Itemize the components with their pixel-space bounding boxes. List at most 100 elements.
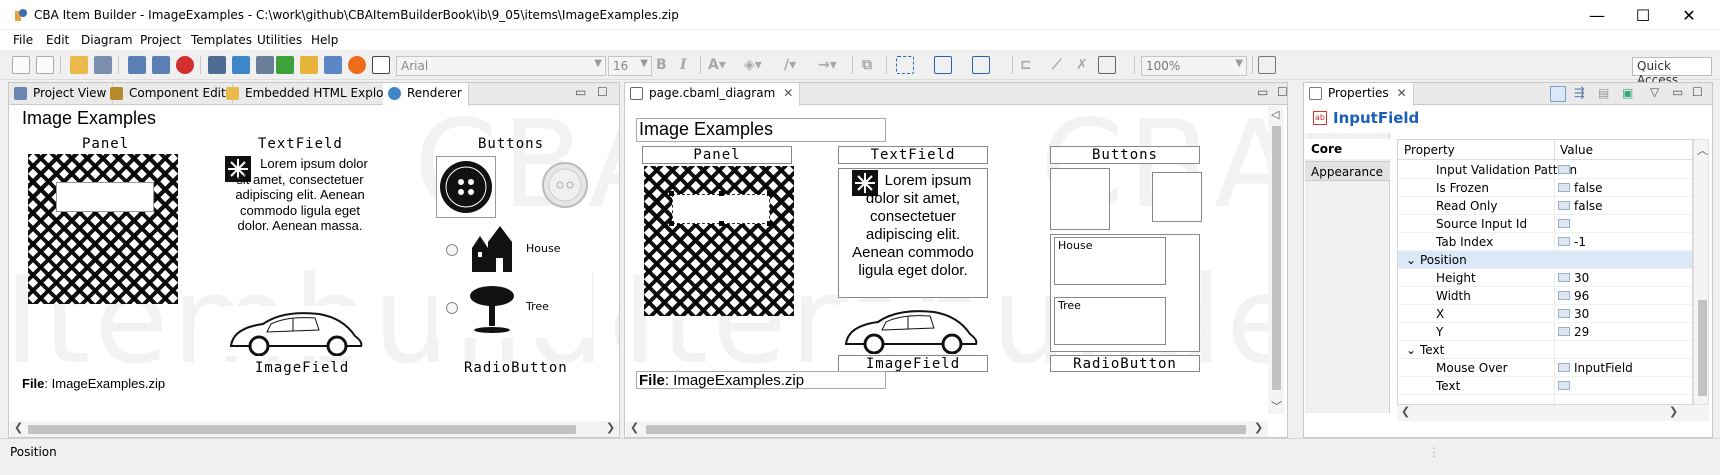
stop-icon[interactable]	[176, 56, 194, 74]
unroute-icon[interactable]: ✗	[1076, 57, 1088, 73]
view-menu-icon[interactable]: ▽	[1650, 85, 1659, 99]
edit-icon[interactable]	[300, 56, 318, 74]
menu-edit[interactable]: Edit	[46, 33, 69, 47]
property-row[interactable]: Tab Index -1	[1398, 233, 1692, 251]
diagram-panel-image[interactable]	[644, 166, 794, 316]
scroll-down-icon[interactable]: ﹀	[1271, 398, 1282, 414]
properties-horizontal-scrollbar[interactable]: ❮ ❯	[1397, 405, 1709, 421]
save-all-icon[interactable]	[152, 56, 170, 74]
save-item-icon[interactable]	[128, 56, 146, 74]
button-grey[interactable]	[540, 160, 590, 210]
menu-file[interactable]: File	[13, 33, 33, 47]
maximize-icon[interactable]: ☐	[1692, 85, 1703, 99]
panel-icon[interactable]	[1258, 56, 1276, 74]
property-group-row[interactable]: ⌄ Text	[1398, 341, 1692, 359]
diagram-textfield-label[interactable]: TextField	[838, 146, 988, 164]
close-tab-icon[interactable]: ✕	[1397, 86, 1407, 100]
diagram-radio-group[interactable]: House Tree	[1050, 234, 1200, 352]
scroll-left-icon[interactable]: ❮	[630, 421, 639, 434]
minimize-icon[interactable]: ▭	[1257, 85, 1268, 99]
property-row[interactable]: Read Only false	[1398, 197, 1692, 215]
minimize-icon[interactable]: ▭	[1672, 85, 1683, 99]
property-row[interactable]: Y 29	[1398, 323, 1692, 341]
arrow-style-icon[interactable]: →▾	[818, 57, 837, 73]
maximize-button[interactable]: ☐	[1620, 0, 1666, 30]
property-row[interactable]: Text	[1398, 377, 1692, 395]
property-row[interactable]: Is Frozen false	[1398, 179, 1692, 197]
menu-diagram[interactable]: Diagram	[81, 33, 133, 47]
new-file-icon[interactable]	[12, 56, 30, 74]
diagram-file-info[interactable]: File: ImageExamples.zip	[636, 371, 886, 389]
property-value[interactable]: -1	[1574, 235, 1586, 249]
maximize-icon[interactable]: ☐	[597, 85, 608, 99]
scroll-right-icon[interactable]: ❯	[1254, 421, 1263, 434]
selection-handle[interactable]	[719, 191, 724, 196]
radio-house[interactable]	[446, 244, 458, 256]
diagram-radio-tree[interactable]: Tree	[1054, 297, 1166, 345]
copy-format-icon[interactable]: ⧉	[862, 57, 872, 73]
preview-icon[interactable]	[208, 56, 226, 74]
scroll-thumb[interactable]	[1698, 300, 1707, 396]
zoom-combo[interactable]: 100% ▼	[1141, 56, 1247, 76]
diagram-car-image[interactable]	[838, 302, 988, 355]
size-icon[interactable]	[1098, 56, 1116, 74]
diagram-horizontal-scrollbar[interactable]: ❮ ❯	[626, 421, 1268, 437]
diagram-button-1[interactable]	[1050, 168, 1110, 230]
open-folder-icon[interactable]	[70, 56, 88, 74]
menu-utilities[interactable]: Utilities	[257, 33, 302, 47]
filter-icon[interactable]: ⇶	[1574, 86, 1590, 102]
property-value[interactable]: false	[1574, 181, 1603, 195]
save-icon[interactable]	[94, 56, 112, 74]
scroll-right-icon[interactable]: ❯	[606, 421, 615, 434]
pin-icon[interactable]: ⊏	[1020, 57, 1032, 73]
property-row[interactable]: Input Validation Pattern	[1398, 161, 1692, 179]
diagram-vertical-scrollbar[interactable]: ◁ ﹀	[1268, 106, 1284, 414]
run-icon[interactable]	[256, 56, 274, 74]
refresh-icon[interactable]	[232, 56, 250, 74]
scroll-thumb[interactable]	[646, 425, 1246, 434]
expand-chevron-icon[interactable]: ⌄	[1406, 253, 1416, 267]
property-group-row[interactable]: ⌄ Position	[1398, 251, 1692, 269]
scroll-left-icon[interactable]: ❮	[1401, 405, 1410, 418]
component-icon[interactable]	[372, 56, 390, 74]
property-row[interactable]: Source Input Id	[1398, 215, 1692, 233]
property-value[interactable]: InputField	[1574, 361, 1633, 375]
selection-handle[interactable]	[767, 191, 772, 196]
properties-vertical-scrollbar[interactable]: ︿	[1693, 139, 1709, 405]
input-field[interactable]	[56, 182, 154, 212]
property-row[interactable]: Width 96	[1398, 287, 1692, 305]
minimize-icon[interactable]: ▭	[575, 85, 586, 99]
minimize-button[interactable]: —	[1574, 0, 1620, 30]
menu-templates[interactable]: Templates	[191, 33, 252, 47]
property-value[interactable]: 30	[1574, 271, 1589, 285]
property-row[interactable]: Mouse Over InputField	[1398, 359, 1692, 377]
italic-button[interactable]: I	[680, 57, 687, 73]
button-black[interactable]	[436, 156, 496, 218]
scroll-thumb[interactable]	[28, 425, 576, 434]
align-icon[interactable]	[972, 56, 990, 74]
property-row[interactable]: X 30	[1398, 305, 1692, 323]
diagram-title[interactable]: Image Examples	[636, 118, 886, 142]
arrange-icon[interactable]	[934, 56, 952, 74]
import-icon[interactable]	[276, 56, 294, 74]
shape-icon[interactable]	[348, 56, 366, 74]
scroll-right-icon[interactable]: ❯	[1669, 405, 1678, 418]
restore-default-icon[interactable]: ▣	[1622, 86, 1638, 102]
fill-color-icon[interactable]: ◈▾	[744, 57, 762, 73]
property-value[interactable]: false	[1574, 199, 1603, 213]
font-color-icon[interactable]: A▾	[708, 57, 726, 73]
tab-page-diagram[interactable]: page.cbaml_diagram ✕	[625, 83, 801, 106]
menu-help[interactable]: Help	[311, 33, 338, 47]
categories-icon[interactable]	[1550, 86, 1566, 102]
diagram-radiobutton-label[interactable]: RadioButton	[1050, 355, 1200, 372]
radio-tree[interactable]	[446, 302, 458, 314]
font-size-combo[interactable]: 16 ▼	[608, 56, 652, 76]
route-icon[interactable]: ⟋	[1052, 57, 1062, 73]
bold-button[interactable]: B	[656, 57, 667, 73]
tab-properties[interactable]: Properties ✕	[1304, 83, 1414, 106]
copy-icon[interactable]	[36, 56, 54, 74]
quick-access-field[interactable]: Quick Access	[1632, 57, 1712, 87]
tab-component-edit[interactable]: Component Edit	[105, 83, 233, 105]
select-icon[interactable]	[896, 56, 914, 74]
selection-handle[interactable]	[767, 221, 772, 226]
